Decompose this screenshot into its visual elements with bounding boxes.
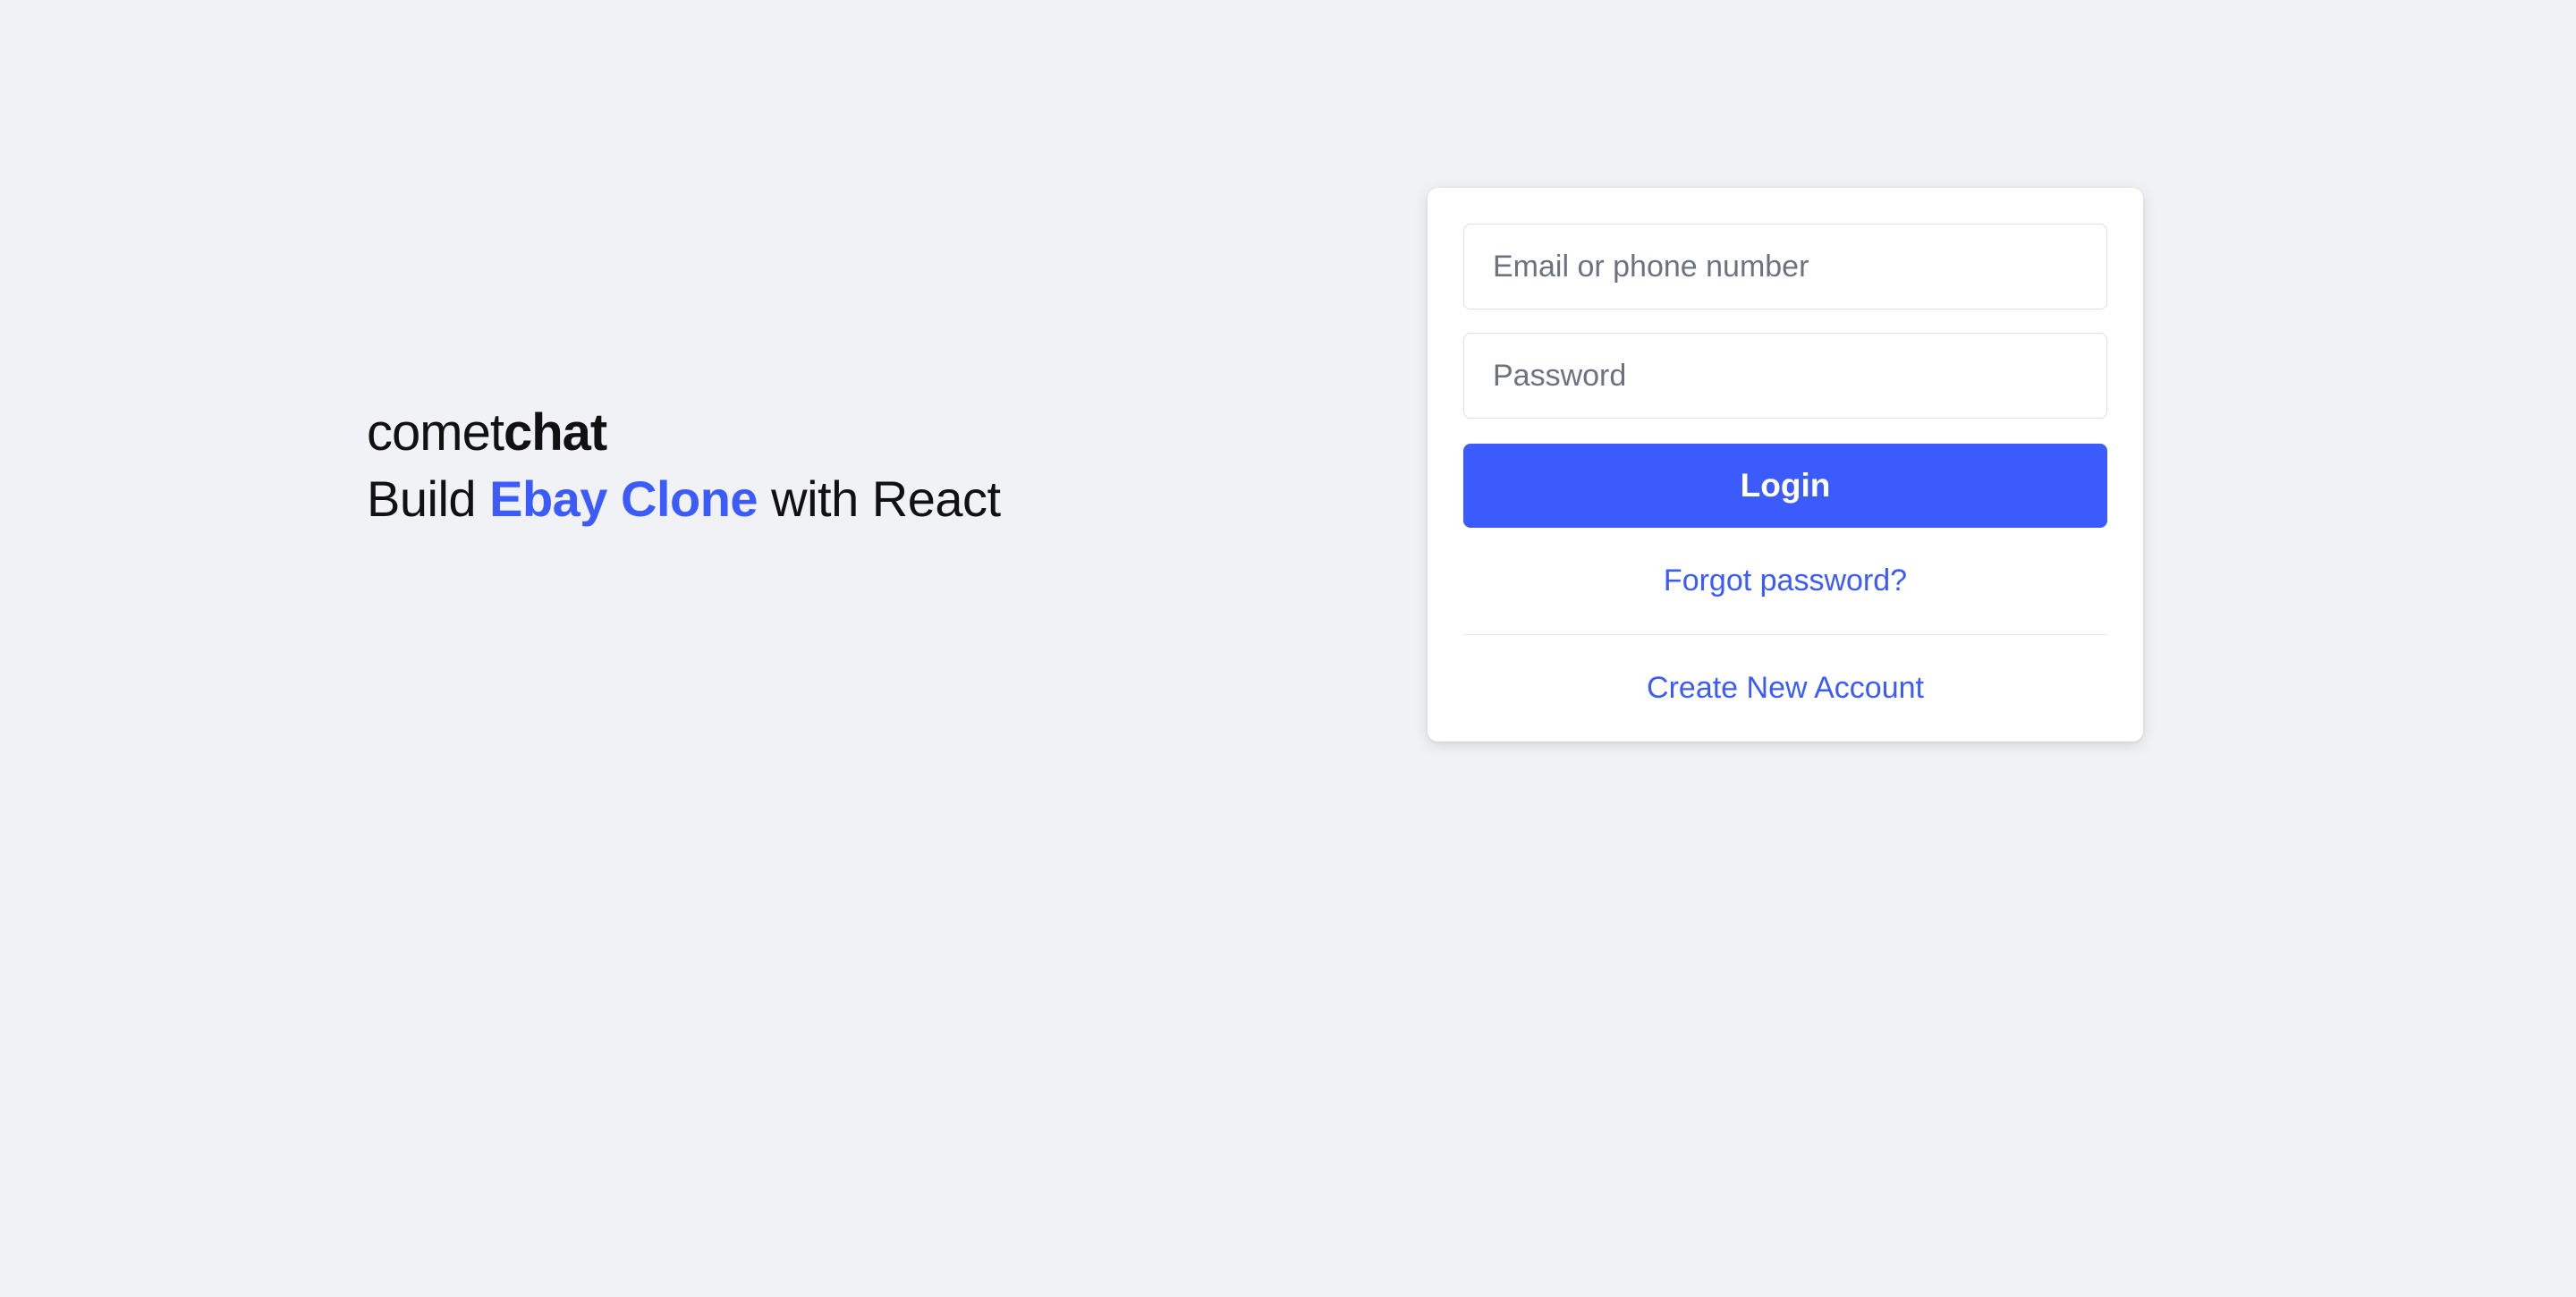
tagline-pre: Build — [367, 470, 489, 527]
password-input[interactable] — [1463, 333, 2107, 419]
brand-logo: cometchat — [367, 403, 1001, 462]
tagline-post: with React — [758, 470, 1001, 527]
brand-logo-bold: chat — [504, 403, 606, 462]
branding-section: cometchat Build Ebay Clone with React — [367, 179, 1001, 528]
tagline: Build Ebay Clone with React — [367, 470, 1001, 528]
login-card: Login Forgot password? Create New Accoun… — [1428, 188, 2143, 742]
email-input[interactable] — [1463, 224, 2107, 309]
login-button[interactable]: Login — [1463, 444, 2107, 528]
brand-logo-light: comet — [367, 403, 504, 462]
forgot-password-link[interactable]: Forgot password? — [1664, 564, 1907, 598]
divider — [1463, 634, 2107, 635]
tagline-highlight: Ebay Clone — [489, 470, 758, 527]
create-account-link[interactable]: Create New Account — [1647, 671, 1924, 705]
